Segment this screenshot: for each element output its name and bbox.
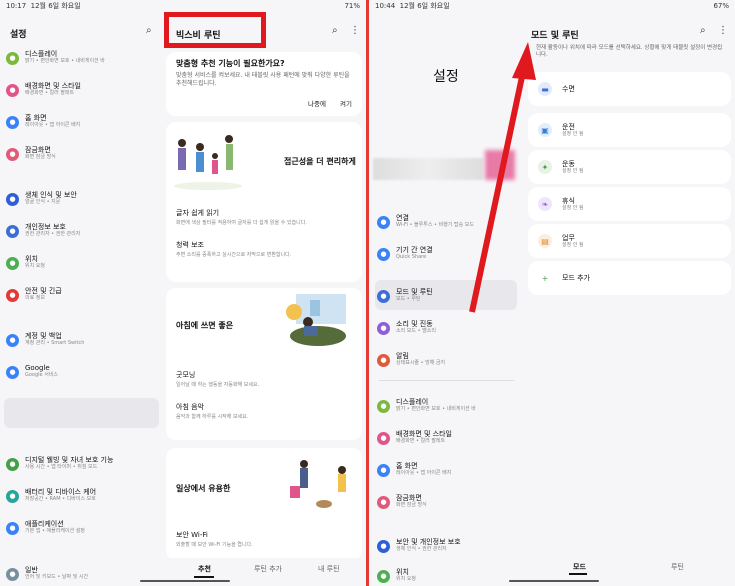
annotation-arrow bbox=[469, 42, 536, 313]
